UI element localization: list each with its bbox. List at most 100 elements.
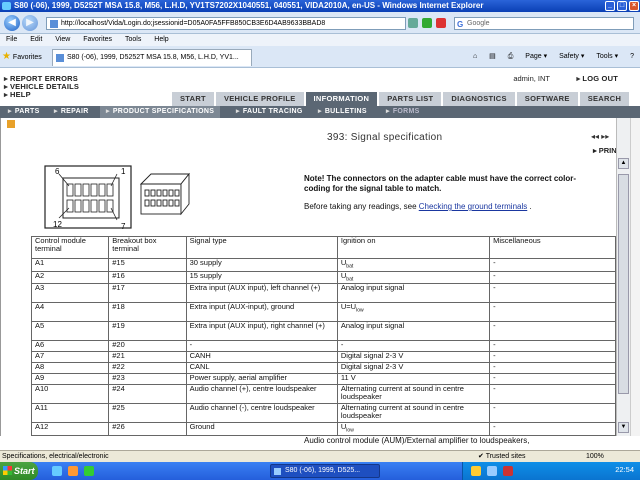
tab-parts-list[interactable]: PARTS LIST (379, 92, 442, 106)
tools-menu[interactable]: Tools ▾ (596, 53, 618, 60)
table-cell: Extra input (AUX input), right channel (… (185, 321, 338, 341)
page-icon (50, 20, 58, 28)
table-cell: #19 (108, 321, 187, 341)
window-title: S80 (-06), 1999, D5252T MSA 15.8, M56, L… (14, 1, 484, 10)
table-cell: - (489, 270, 616, 284)
minimize-button[interactable]: _ (605, 1, 615, 11)
scroll-thumb[interactable] (618, 174, 629, 394)
status-bar: Specifications, electrical/electronic ✔ … (0, 450, 640, 462)
tab-vehicle-profile[interactable]: VEHICLE PROFILE (215, 92, 304, 106)
connector-diagram (44, 165, 190, 229)
safety-menu[interactable]: Safety ▾ (559, 53, 584, 60)
menu-help[interactable]: Help (154, 36, 168, 43)
table-cell: - (489, 283, 616, 303)
browser-tab[interactable]: S80 (-06), 1999, D5252T MSA 15.8, M56, L… (52, 49, 252, 66)
table-cell: U=Ulow (336, 302, 491, 322)
table-cell: A1 (30, 258, 110, 272)
table-row: A12 #26 Ground Ulow - (30, 422, 616, 436)
forward-icon[interactable]: ▶ (22, 15, 38, 31)
table-cell: A3 (30, 283, 110, 303)
user-name: admin, INT (513, 74, 550, 83)
table-cell: #17 (108, 283, 187, 303)
tab-search[interactable]: SEARCH (579, 92, 630, 106)
menu-favorites[interactable]: Favorites (83, 36, 112, 43)
menu-view[interactable]: View (55, 36, 70, 43)
table-cell: A6 (30, 340, 110, 352)
back-icon[interactable]: ◀ (4, 15, 20, 31)
tab-diagnostics[interactable]: DIAGNOSTICS (443, 92, 515, 106)
next-page-icon[interactable]: ◂◂ ▸▸ (591, 132, 609, 141)
tray-icon[interactable] (471, 466, 481, 476)
start-button[interactable]: Start (0, 462, 38, 480)
pin-label-12: 12 (53, 220, 62, 229)
stop-icon[interactable] (436, 18, 446, 28)
table-row: A3 #17 Extra input (AUX input), left chann… (30, 283, 616, 303)
table-cell: - (489, 258, 616, 272)
tab-software[interactable]: SOFTWARE (516, 92, 578, 106)
table-row: A2 #16 15 supply Ubat - (30, 270, 616, 284)
print-link[interactable]: ▸PRINT (593, 146, 616, 155)
taskbar-window-item[interactable]: S80 (-06), 1999, D525... (270, 464, 380, 478)
windows-logo-icon (3, 466, 12, 475)
table-cell: - (185, 340, 338, 352)
table-row: A8 #22 CANL Digital signal 2-3 V- (30, 362, 616, 374)
media-quicklaunch-icon[interactable] (84, 466, 94, 476)
maximize-button[interactable]: □ (617, 1, 627, 11)
subnav-product-specifications[interactable]: ▸ PRODUCT SPECIFICATIONS (100, 106, 221, 118)
subnav-fault-tracing[interactable]: ▸ FAULT TRACING (236, 106, 303, 118)
column-header: Ignition on (336, 236, 491, 259)
table-cell: A11 (30, 403, 110, 423)
table-cell: CANL (185, 362, 338, 374)
network-icon[interactable] (487, 466, 497, 476)
page-menu[interactable]: Page ▾ (525, 53, 547, 60)
url-input[interactable]: http://localhost/Vida/Login.do;jsessioni… (46, 17, 406, 30)
menu-edit[interactable]: Edit (30, 36, 42, 43)
tab-bar: ★ Favorites S80 (-06), 1999, D5252T MSA … (0, 46, 640, 68)
print-icon[interactable]: ⎙ (508, 53, 514, 60)
scroll-up-icon[interactable]: ▲ (618, 158, 629, 169)
table-row: A7 #21 CANH Digital signal 2-3 V- (30, 351, 616, 363)
subnav-bulletins[interactable]: ▸ BULLETINS (318, 106, 367, 118)
table-cell: #23 (108, 373, 187, 385)
table-cell: Analog input signal (336, 283, 491, 303)
favorites-label: Favorites (12, 54, 42, 61)
close-button[interactable]: × (629, 1, 639, 11)
taskbar: Start S80 (-06), 1999, D525... 22:54 (0, 462, 640, 480)
favorites-button[interactable]: ★ Favorites (2, 51, 42, 62)
subnav-repair[interactable]: ▸ REPAIR (54, 106, 89, 118)
help-icon[interactable]: ? (630, 53, 634, 60)
table-cell: 30 supply (185, 258, 338, 272)
feeds-icon[interactable]: ▤ (489, 53, 496, 60)
table-cell: #25 (108, 403, 187, 423)
table-cell: A12 (30, 422, 110, 436)
scroll-down-icon[interactable]: ▼ (618, 422, 629, 433)
content-scrollbar[interactable]: ▲ ▼ (616, 118, 630, 436)
table-cell: A10 (30, 384, 110, 404)
table-row: A4 #18 Extra input (AUX-input), ground U=Ul… (30, 302, 616, 322)
table-cell: A5 (30, 321, 110, 341)
menu-tools[interactable]: Tools (125, 36, 141, 43)
refresh-icon[interactable] (422, 18, 432, 28)
shield-icon: ✔ (478, 453, 486, 460)
menu-file[interactable]: File (6, 36, 17, 43)
logout-link[interactable]: ▸ LOG OUT (576, 74, 618, 83)
home-icon[interactable]: ⌂ (473, 53, 477, 60)
table-cell: Ulow (336, 422, 491, 436)
security-icon[interactable] (503, 466, 513, 476)
table-cell: Alternating current at sound in centre l… (336, 384, 491, 404)
table-cell: 11 V (336, 373, 491, 385)
help-link[interactable]: ▸ HELP (4, 90, 31, 99)
search-input[interactable]: G Google (454, 17, 634, 30)
firefox-quicklaunch-icon[interactable] (68, 466, 78, 476)
tab-information[interactable]: INFORMATION (305, 92, 378, 106)
subnav-parts[interactable]: ▸ PARTS (8, 106, 40, 118)
section-footer-text: Audio control module (AUM)/External ampl… (304, 436, 530, 445)
ground-terminals-link[interactable]: Checking the ground terminals (419, 202, 528, 211)
window-scrollbar[interactable] (630, 118, 640, 436)
search-placeholder: Google (467, 20, 490, 27)
table-cell: #15 (108, 258, 187, 272)
ie-quicklaunch-icon[interactable] (52, 466, 62, 476)
compat-view-icon[interactable] (408, 18, 418, 28)
table-cell: Extra input (AUX-input), ground (185, 302, 338, 322)
tab-start[interactable]: START (172, 92, 214, 106)
